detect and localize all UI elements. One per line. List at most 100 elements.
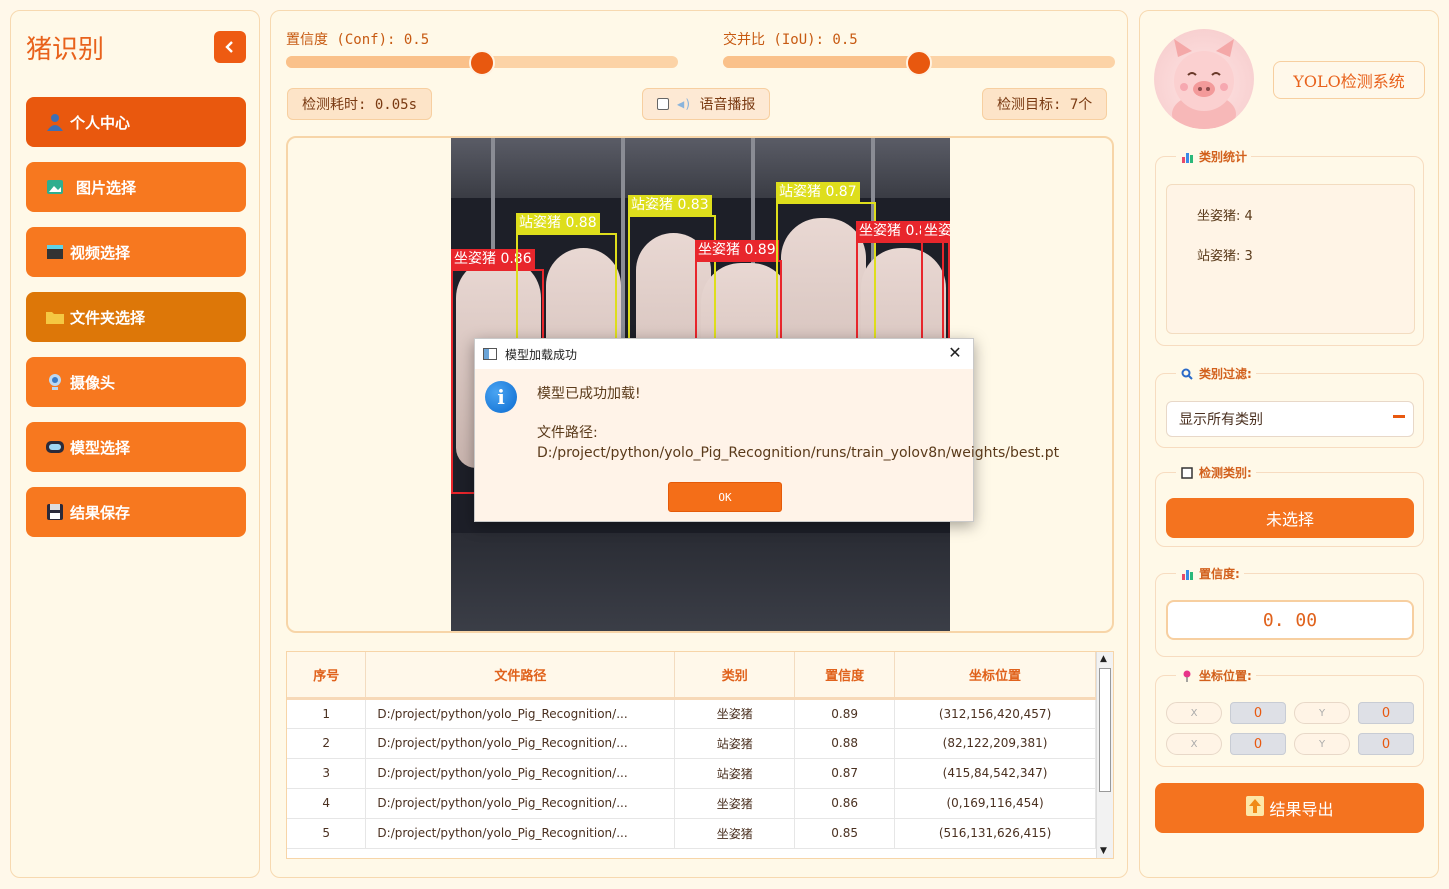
table-cell: (82,122,209,381) (894, 728, 1096, 759)
floppy-disk-icon (44, 502, 66, 522)
coord-title: 坐标位置: (1199, 669, 1252, 683)
table-cell: 0.87 (794, 758, 896, 789)
table-cell: D:/project/python/yolo_Pig_Recognition/.… (365, 788, 676, 819)
model-icon (44, 437, 66, 457)
collapse-sidebar-button[interactable] (214, 31, 246, 63)
image-icon (44, 177, 66, 197)
nav-image-select[interactable]: 图片选择 (26, 162, 246, 212)
folder-icon (44, 307, 66, 327)
stats-title: 类别统计 (1199, 150, 1248, 164)
voice-label: 语音播报 (699, 97, 756, 113)
coord-value-x2: 0 (1230, 733, 1286, 755)
system-title: YOLO检测系统 (1273, 61, 1425, 99)
coord-value-y2: 0 (1358, 733, 1414, 755)
iou-slider-label: 交并比 (IoU): 0.5 (723, 32, 858, 48)
table-cell: 1 (287, 698, 367, 729)
table-scrollbar[interactable]: ▲ ▼ (1096, 652, 1113, 858)
results-table-grid: 序号 文件路径 类别 置信度 坐标位置 1 D:/project/python/y… (287, 652, 1096, 849)
class-stats-group: 类别统计 坐姿猪: 4 站姿猪: 3 (1155, 148, 1424, 346)
coord-label-y1: Y (1294, 702, 1350, 724)
coord-label-x1: X (1166, 702, 1222, 724)
bbox-label: 站姿猪 0.83 (628, 195, 712, 215)
nav-label: 结果保存 (70, 503, 131, 522)
column-header[interactable]: 置信度 (794, 652, 896, 700)
column-header[interactable]: 类别 (674, 652, 796, 700)
conf-slider-label: 置信度 (Conf): 0.5 (286, 32, 430, 48)
voice-broadcast-toggle[interactable]: ◀) 语音播报 (642, 88, 771, 120)
class-stats-list: 坐姿猪: 4 站姿猪: 3 (1166, 184, 1415, 334)
conf-slider[interactable] (286, 50, 678, 76)
table-row[interactable]: 5 D:/project/python/yolo_Pig_Recognition/… (287, 818, 1096, 849)
voice-checkbox[interactable] (657, 98, 669, 110)
dropdown-icon[interactable] (1393, 415, 1405, 418)
nav-label: 模型选择 (70, 438, 131, 457)
table-cell: 3 (287, 758, 367, 789)
column-header[interactable]: 坐标位置 (894, 652, 1096, 700)
table-cell: D:/project/python/yolo_Pig_Recognition/.… (365, 728, 676, 759)
nav-camera[interactable]: 摄像头 (26, 357, 246, 407)
window-icon (483, 348, 497, 360)
checkbox-icon (1180, 466, 1193, 479)
column-header[interactable]: 序号 (287, 652, 367, 700)
nav-save-results[interactable]: 结果保存 (26, 487, 246, 537)
iou-slider[interactable] (723, 50, 1115, 76)
bbox-label: 站姿猪 0.87 (776, 182, 860, 202)
export-results-button[interactable]: 结果导出 (1155, 783, 1424, 833)
table-row[interactable]: 1 D:/project/python/yolo_Pig_Recognition/… (287, 698, 1096, 729)
conf-slider-handle[interactable] (469, 50, 495, 76)
dialog-file-path: 文件路径: D:/project/python/yolo_Pig_Recogni… (537, 425, 1060, 461)
table-cell: 坐姿猪 (674, 818, 796, 849)
ok-button[interactable]: OK (668, 482, 782, 512)
coord-label-x2: X (1166, 733, 1222, 755)
filter-title: 类别过滤: (1199, 367, 1252, 381)
table-row[interactable]: 4 D:/project/python/yolo_Pig_Recognition/… (287, 788, 1096, 819)
upload-icon (1245, 795, 1265, 821)
close-icon[interactable]: ✕ (945, 343, 965, 363)
table-row[interactable]: 3 D:/project/python/yolo_Pig_Recognition/… (287, 758, 1096, 789)
coord-label-y2: Y (1294, 733, 1350, 755)
table-cell: 2 (287, 728, 367, 759)
column-header[interactable]: 文件路径 (365, 652, 676, 700)
info-icon: i (485, 381, 517, 413)
webcam-icon (44, 372, 66, 392)
table-cell: (516,131,626,415) (894, 818, 1096, 849)
nav-label: 个人中心 (70, 113, 131, 132)
scroll-up-icon[interactable]: ▲ (1100, 654, 1107, 664)
stat-item: 站姿猪: 3 (1197, 249, 1253, 264)
left-sidebar: 猪识别 个人中心 图片选择 视频选择 文件夹选择 摄像头 模型选择 结果保存 (10, 10, 260, 878)
dialog-title: 模型加载成功 (505, 347, 578, 362)
table-cell: 4 (287, 788, 367, 819)
scroll-down-icon[interactable]: ▼ (1100, 846, 1107, 856)
clapperboard-icon (44, 242, 66, 262)
table-cell: D:/project/python/yolo_Pig_Recognition/.… (365, 698, 676, 729)
dialog-titlebar: 模型加载成功 (475, 339, 973, 369)
nav-personal-center[interactable]: 个人中心 (26, 97, 246, 147)
chevron-left-icon (225, 41, 233, 53)
table-row[interactable]: 2 D:/project/python/yolo_Pig_Recognition/… (287, 728, 1096, 759)
nav-model-select[interactable]: 模型选择 (26, 422, 246, 472)
table-cell: 坐姿猪 (674, 698, 796, 729)
table-cell: 0.85 (794, 818, 896, 849)
table-cell: D:/project/python/yolo_Pig_Recognition/.… (365, 758, 676, 789)
pig-avatar (1154, 29, 1254, 129)
speaker-icon: ◀) (677, 97, 692, 111)
nav-folder-select[interactable]: 文件夹选择 (26, 292, 246, 342)
results-table: 序号 文件路径 类别 置信度 坐标位置 1 D:/project/python/y… (286, 651, 1114, 859)
stat-item: 坐姿猪: 4 (1197, 209, 1253, 224)
app-title: 猪识别 (26, 35, 105, 65)
scroll-thumb[interactable] (1099, 668, 1111, 792)
table-cell: 5 (287, 818, 367, 849)
nav-label: 摄像头 (70, 373, 116, 392)
table-cell: 站姿猪 (674, 728, 796, 759)
bbox-label: 坐姿 (921, 221, 950, 241)
model-loaded-dialog: 模型加载成功 ✕ i 模型已成功加载! 文件路径: D:/project/pyt… (474, 338, 1060, 522)
confidence-group: 置信度: 0. 00 (1155, 565, 1424, 657)
iou-slider-handle[interactable] (906, 50, 932, 76)
detect-class-button[interactable]: 未选择 (1166, 498, 1414, 538)
pin-icon (1180, 669, 1193, 682)
class-filter-select[interactable]: 显示所有类别 (1166, 401, 1414, 437)
dialog-message: 模型已成功加载! (537, 386, 641, 402)
detection-time: 检测耗时: 0.05s (287, 88, 433, 120)
nav-video-select[interactable]: 视频选择 (26, 227, 246, 277)
right-panel: YOLO检测系统 类别统计 坐姿猪: 4 站姿猪: 3 类别过滤: 显示所有类别… (1139, 10, 1439, 878)
